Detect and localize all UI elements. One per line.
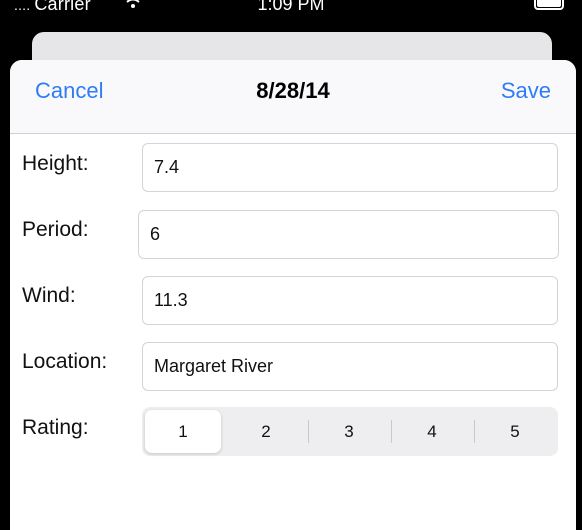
wind-label: Wind: (22, 284, 76, 307)
rating-option-5[interactable]: 5 (477, 410, 553, 453)
height-input[interactable] (142, 143, 558, 192)
rating-label: Rating: (22, 416, 89, 439)
rating-option-3[interactable]: 3 (311, 410, 387, 453)
save-button[interactable]: Save (501, 78, 551, 104)
edit-entry-sheet: Cancel 8/28/14 Save Height: Period: Wind… (10, 60, 576, 530)
page-title: 8/28/14 (256, 78, 330, 103)
wind-input[interactable] (142, 276, 558, 325)
location-input[interactable] (142, 342, 558, 391)
period-label: Period: (22, 218, 89, 241)
height-label: Height: (22, 152, 89, 175)
status-time: 1:09 PM (257, 0, 325, 14)
segment-divider (391, 420, 392, 443)
navigation-bar: Cancel 8/28/14 Save (10, 60, 576, 134)
rating-option-1[interactable]: 1 (145, 410, 221, 453)
status-bar: .... Carrier 1:09 PM (0, 0, 582, 28)
location-label: Location: (22, 350, 108, 373)
battery-icon (534, 0, 564, 10)
segment-divider (308, 420, 309, 443)
period-input[interactable] (138, 210, 559, 259)
rating-segmented-control: 1 2 3 4 5 (142, 407, 558, 456)
segment-divider (474, 420, 475, 443)
rating-option-2[interactable]: 2 (228, 410, 304, 453)
rating-option-4[interactable]: 4 (394, 410, 470, 453)
